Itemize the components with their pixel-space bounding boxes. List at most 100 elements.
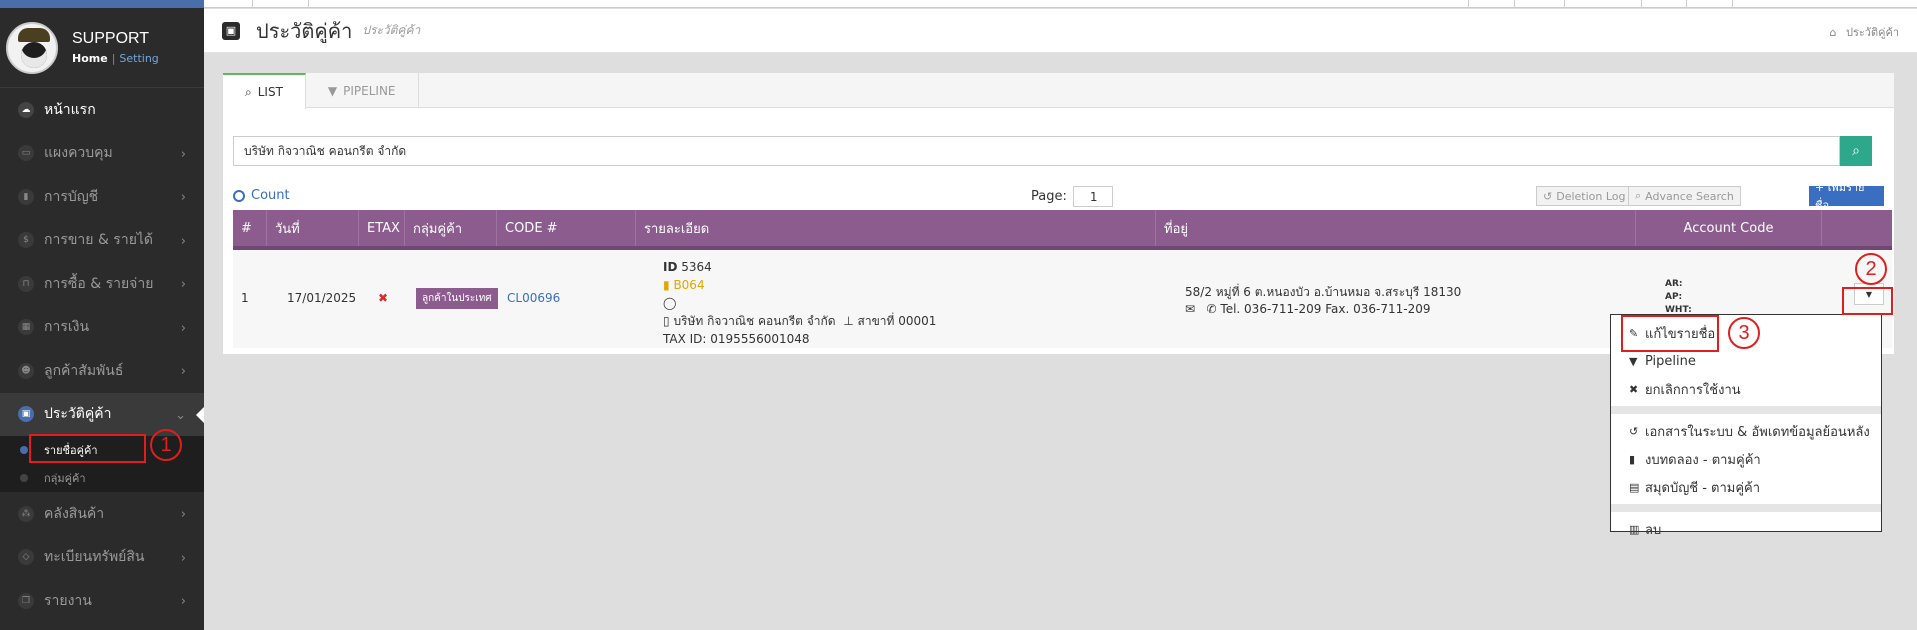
menu-item-label: Pipeline [1645, 353, 1696, 369]
sidebar-item-label: การซื้อ & รายจ่าย [44, 275, 154, 292]
page-header: ▣ ประวัติคู่ค้า ประวัติคู่ค้า ⌂ ประวัติค… [204, 9, 1917, 53]
advance-search-button[interactable]: ⌕ Advance Search [1628, 186, 1741, 206]
sidebar-item-accounting[interactable]: ▮ การบัญชี › [0, 175, 204, 219]
book-icon: ▮ [1629, 452, 1636, 466]
column-header: ที่อยู่ [1156, 210, 1636, 246]
filter-icon: ▼ [1629, 354, 1638, 368]
partner-code-link[interactable]: CL00696 [507, 291, 560, 305]
history-icon: ↺ [1543, 189, 1553, 203]
count-label: Count [251, 188, 290, 203]
sidebar-item-label: การขาย & รายได้ [44, 232, 154, 249]
chevron-down-icon: ⌄ [175, 407, 186, 423]
sidebar-subitem-partner-group[interactable]: กลุ่มคู่ค้า [0, 464, 204, 492]
sidebar-item-label: แผงควบคุม [44, 145, 113, 162]
sidebar-item-partner-history[interactable]: ▣ ประวัติคู่ค้า ⌄ [0, 392, 204, 436]
sidebar-item-assets[interactable]: ◇ ทะเบียนทรัพย์สิน › [0, 536, 204, 580]
top-strip [204, 0, 1917, 8]
menu-divider [1611, 406, 1881, 414]
chevron-right-icon: › [180, 277, 186, 292]
chevron-right-icon: › [180, 146, 186, 162]
chevron-right-icon: › [180, 364, 186, 379]
column-header: รายละเอียด [636, 210, 1156, 246]
page-title: ประวัติคู่ค้า [256, 18, 353, 43]
phone-icon: ✆ [1206, 302, 1217, 316]
annotation-number-2: 2 [1855, 253, 1887, 285]
column-header: Account Code [1636, 210, 1822, 246]
menu-item-deactivate[interactable]: ✖ ยกเลิกการใช้งาน [1611, 375, 1881, 403]
home-icon[interactable]: ⌂ [1830, 26, 1837, 39]
monitor-icon: ▭ [18, 145, 34, 162]
deletion-log-button[interactable]: ↺ Deletion Log [1536, 186, 1633, 206]
page-input[interactable]: 1 [1072, 186, 1113, 207]
building-icon: ▮ [663, 278, 670, 292]
sidebar-item-inventory[interactable]: ⁂ คลังสินค้า › [0, 492, 204, 536]
sidebar-item-reports[interactable]: ❐ รายงาน › [0, 579, 204, 623]
detail-name: บริษัท กิจวาณิช คอนกรีต จำกัด [673, 314, 836, 328]
brand: SUPPORT Home | Setting [0, 8, 204, 88]
address-book-icon: ▣ [18, 406, 34, 423]
sidebar-item-label: รายงาน [44, 592, 92, 609]
diamond-icon: ◇ [18, 549, 34, 566]
home-link[interactable]: Home [72, 52, 108, 65]
file-icon: ▤ [1629, 480, 1640, 494]
tab-pipeline[interactable]: ▼ PIPELINE [306, 73, 419, 108]
search-icon: ⌕ [1852, 143, 1860, 159]
cloud-icon: ☁ [18, 101, 34, 118]
column-header: วันที่ [267, 210, 359, 246]
search-row: ⌕ [233, 136, 1872, 166]
breadcrumb-item[interactable]: ประวัติคู่ค้า [1846, 26, 1899, 39]
sidebar-item-purchase[interactable]: ⊓ การซื้อ & รายจ่าย › [0, 262, 204, 306]
history-icon: ↺ [1629, 424, 1639, 438]
sidebar-item-label: การบัญชี [44, 188, 99, 205]
deletion-log-label: Deletion Log [1556, 189, 1626, 203]
account-codes: AR: AP: WHT: [1665, 278, 1692, 317]
sidebar-item-label: ลูกค้าสัมพันธ์ [44, 362, 124, 379]
page-subtitle: ประวัติคู่ค้า [362, 23, 421, 37]
menu-item-documents-history[interactable]: ↺ เอกสารในระบบ & อัพเดทข้อมูลย้อนหลัง [1611, 417, 1881, 445]
copy-icon: ❐ [18, 592, 34, 609]
sidebar-item-finance[interactable]: ▦ การเงิน › [0, 306, 204, 350]
sidebar-item-label: ประวัติคู่ค้า [44, 406, 112, 423]
sidebar-item-label: คลังสินค้า [44, 505, 105, 522]
filter-icon: ▼ [327, 83, 338, 98]
menu-item-trial-balance[interactable]: ▮ งบทดลอง - ตามคู่ค้า [1611, 445, 1881, 473]
annotation-box-3 [1621, 315, 1719, 352]
search-icon: ⌕ [1635, 189, 1642, 202]
setting-link[interactable]: Setting [119, 52, 158, 65]
sidebar-item-dashboard[interactable]: ▭ แผงควบคุม › [0, 132, 204, 176]
address-book-icon: ▣ [222, 21, 240, 40]
sidebar-item-home[interactable]: ☁ หน้าแรก [0, 88, 204, 132]
row-number: 1 [241, 291, 249, 305]
search-input[interactable] [233, 136, 1840, 166]
menu-item-delete[interactable]: ▥ ลบ [1611, 515, 1881, 543]
menu-item-label: งบทดลอง - ตามคู่ค้า [1645, 452, 1761, 468]
count-link[interactable]: Count [233, 188, 290, 203]
breadcrumb: ⌂ ประวัติคู่ค้า [1830, 23, 1900, 41]
book-icon: ▮ [18, 188, 34, 205]
sitemap-icon: ⊥ [843, 314, 854, 328]
search-icon: ⌕ [245, 84, 252, 99]
menu-item-label: สมุดบัญชี - ตามคู่ค้า [1645, 480, 1761, 496]
tab-list[interactable]: ⌕ LIST [223, 73, 306, 109]
search-button[interactable]: ⌕ [1840, 136, 1872, 166]
etax-status-icon: ✖ [378, 291, 389, 305]
add-partner-button[interactable]: + เพิ่มรายชื่อ [1809, 181, 1884, 212]
sidebar-item-crm[interactable]: ☻ ลูกค้าสัมพันธ์ › [0, 349, 204, 393]
ar-label: AR: [1665, 279, 1683, 289]
partner-address: 58/2 หมู่ที่ 6 ต.หนองบัว อ.บ้านหมอ จ.สระ… [1185, 284, 1461, 318]
sidebar-item-label: หน้าแรก [44, 101, 96, 118]
annotation-number-1: 1 [150, 429, 182, 461]
menu-item-ledger[interactable]: ▤ สมุดบัญชี - ตามคู่ค้า [1611, 473, 1881, 501]
address-text: 58/2 หมู่ที่ 6 ต.หนองบัว อ.บ้านหมอ จ.สระ… [1185, 285, 1462, 299]
brand-title: SUPPORT [72, 30, 150, 47]
tab-bar: ⌕ LIST ▼ PIPELINE [223, 73, 1894, 109]
table-header: # วันที่ ETAX กลุ่มคู่ค้า CODE # รายละเอ… [233, 210, 1892, 246]
chevron-right-icon: › [180, 550, 186, 566]
sidebar-item-label: การเงิน [44, 319, 90, 336]
envelope-icon: ✉ [1185, 302, 1196, 316]
refresh-icon [233, 189, 245, 202]
sidebar: SUPPORT Home | Setting ☁ หน้าแรก ▭ แผงควบค… [0, 0, 204, 630]
column-header: กลุ่มคู่ค้า [405, 210, 497, 246]
sidebar-item-sales[interactable]: $ การขาย & รายได้ › [0, 219, 204, 263]
ap-label: AP: [1665, 292, 1683, 302]
